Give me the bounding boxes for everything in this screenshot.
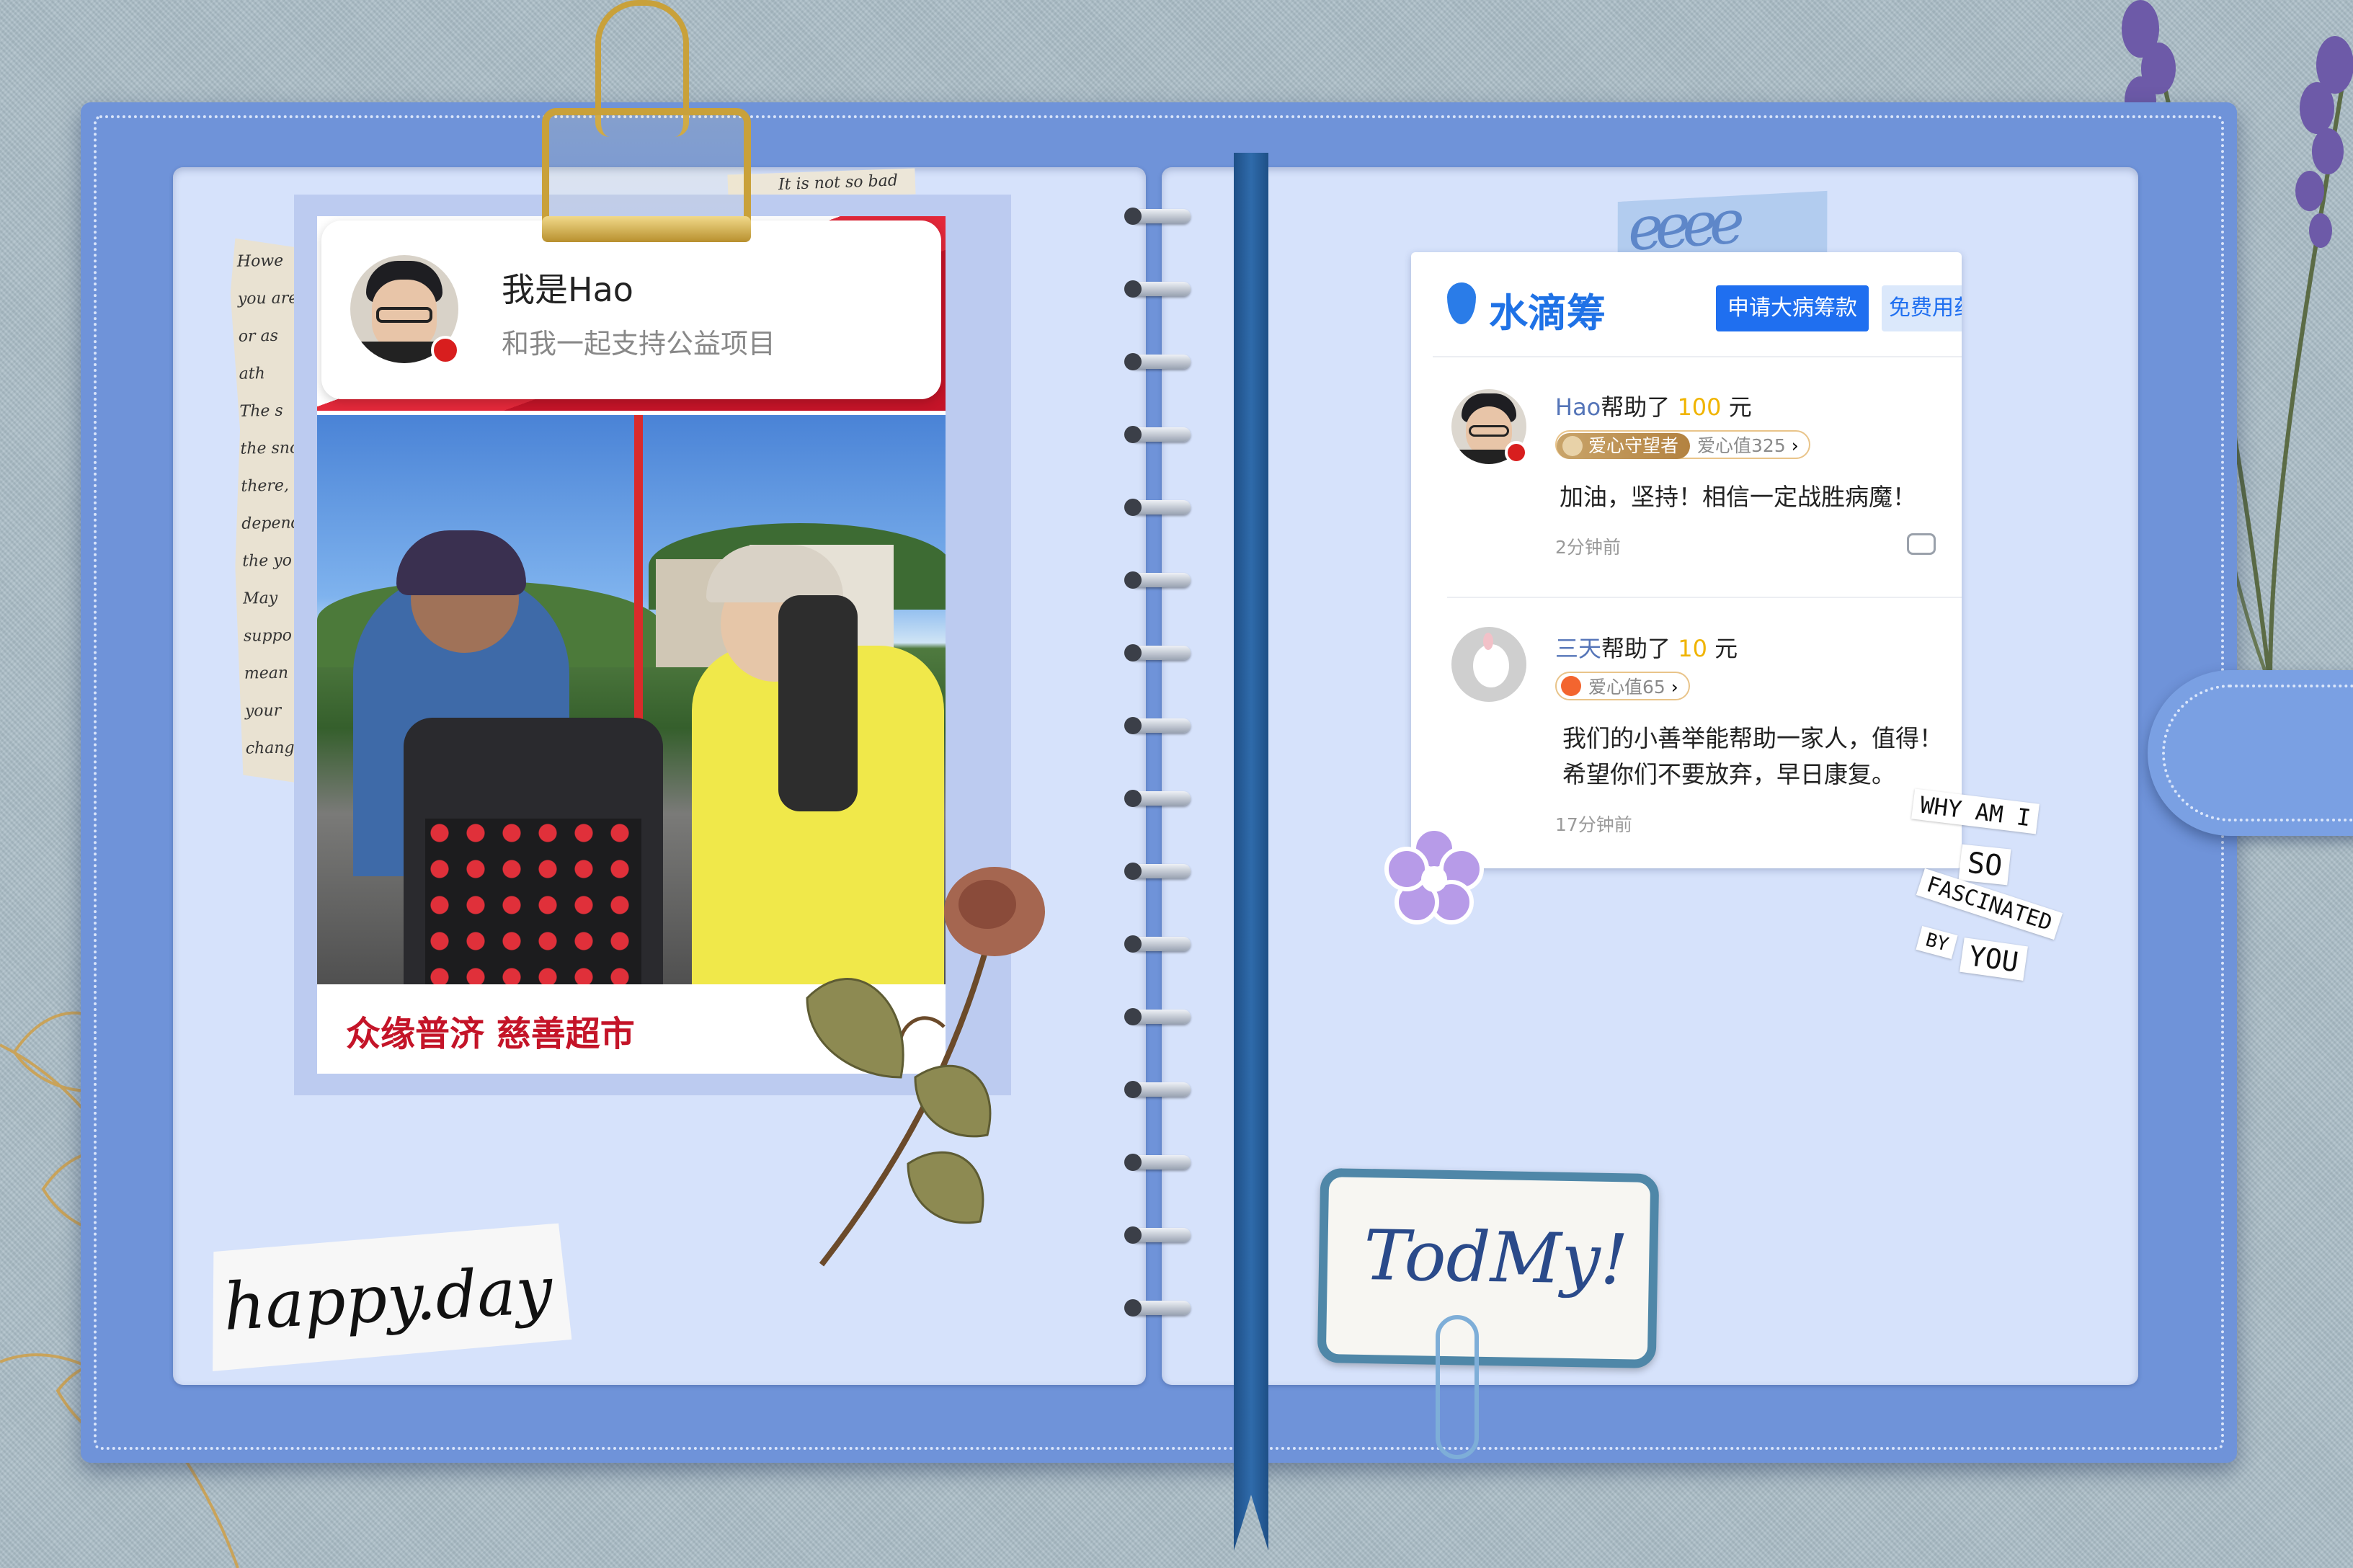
helped-label: 帮助了 <box>1601 393 1671 421</box>
spiral-binding <box>1124 208 1196 1333</box>
free-medicine-button[interactable]: 免费用药 <box>1882 285 1962 331</box>
torn-page-text-line: ath <box>239 365 266 383</box>
torn-page-text-line: Howe <box>236 251 284 271</box>
comment-header: 三天帮助了 10 元 <box>1555 631 1738 664</box>
today-tag-sticker: TodMy! <box>1317 1167 1660 1369</box>
comment-text: 我们的小善举能帮助一家人，值得！希望你们不要放弃，早日康复。 <box>1562 724 1943 788</box>
app-logo: 水滴筹 <box>1489 290 1606 336</box>
profile-subtitle: 和我一起支持公益项目 <box>502 328 776 360</box>
binding-ring <box>1124 863 1191 880</box>
binding-ring <box>1124 426 1191 443</box>
binding-ring <box>1124 499 1191 516</box>
quote-sticker: WHY AM I SO FASCINATED BY YOU <box>1903 788 2090 981</box>
quote-line: WHY AM I <box>1911 788 2040 834</box>
donation-amount: 10 <box>1678 635 1707 662</box>
torn-top-text: It is not so bad <box>778 172 899 195</box>
today-text: TodMy! <box>1363 1214 1629 1301</box>
helped-label: 帮助了 <box>1601 635 1671 662</box>
binding-ring <box>1124 790 1191 807</box>
binding-ring <box>1124 717 1191 734</box>
notebook-strap <box>2148 670 2353 836</box>
card-caption: 众缘普济 慈善超市 <box>346 1014 635 1054</box>
ribbon-bookmark <box>1234 153 1268 1551</box>
torn-page-text-line: or as <box>238 326 279 346</box>
divider <box>1447 597 1962 598</box>
commenter-name[interactable]: 三天 <box>1555 635 1601 662</box>
binding-ring <box>1124 1226 1191 1244</box>
binding-ring <box>1124 1299 1191 1317</box>
torn-page-text-line: depend <box>241 514 301 533</box>
chevron-right-icon: › <box>1671 677 1678 698</box>
binding-ring <box>1124 935 1191 953</box>
torn-page-text-line: The s <box>239 401 283 421</box>
amount-unit: 元 <box>1714 635 1738 662</box>
torn-page-text-line: mean <box>244 664 289 683</box>
quote-line: SO <box>1958 844 2011 886</box>
profile-name: 我是Hao <box>502 270 633 309</box>
torn-page-text-line: chang <box>245 739 295 758</box>
guardian-badge-icon <box>1562 436 1583 456</box>
binder-clip-base <box>542 216 751 242</box>
china-flag-icon <box>431 336 460 365</box>
water-drop-logo-icon <box>1447 282 1476 324</box>
binding-ring <box>1124 644 1191 662</box>
dried-rose-decoration <box>806 867 1045 1267</box>
commenter-name[interactable]: Hao <box>1555 393 1601 421</box>
binding-ring <box>1124 1081 1191 1098</box>
apply-fundraising-button[interactable]: 申请大病筹款 <box>1716 285 1869 331</box>
binding-ring <box>1124 571 1191 589</box>
profile-box: 我是Hao 和我一起支持公益项目 <box>321 220 941 399</box>
torn-page-text-line: your <box>244 701 282 721</box>
paperclip <box>1436 1315 1479 1459</box>
binding-ring <box>1124 208 1191 225</box>
comment-icon[interactable] <box>1907 533 1936 555</box>
torn-page-text-line: May <box>242 589 278 608</box>
purple-flower-sticker <box>1384 827 1484 925</box>
love-badge[interactable]: 爱心值65 › <box>1555 672 1690 700</box>
love-value: 爱心值325 <box>1697 435 1786 456</box>
comment-header: Hao帮助了 100 元 <box>1555 389 1752 422</box>
binding-ring <box>1124 1154 1191 1171</box>
donation-comments-screen: 水滴筹 申请大病筹款 免费用药 Hao帮助了 100 元 爱心守望者爱心值325… <box>1411 252 1962 868</box>
love-value: 爱心值65 <box>1588 677 1665 698</box>
torn-page-text-line: suppo <box>243 626 293 646</box>
quote-line: YOU <box>1960 937 2028 981</box>
quote-line: BY <box>1916 925 1958 960</box>
commenter-avatar[interactable] <box>1451 627 1526 702</box>
amount-unit: 元 <box>1728 393 1752 421</box>
torn-page-text-line: the yo <box>241 551 293 571</box>
heart-icon <box>1561 676 1581 696</box>
binding-ring <box>1124 280 1191 298</box>
comment-time: 17分钟前 <box>1555 814 1632 835</box>
china-flag-icon <box>1505 441 1528 464</box>
happy-day-text: happy.day <box>221 1252 555 1345</box>
binding-ring <box>1124 1008 1191 1025</box>
comment-time: 2分钟前 <box>1555 537 1621 558</box>
comment-text: 加油，坚持！相信一定战胜病魔！ <box>1560 483 1916 511</box>
chevron-right-icon: › <box>1791 435 1799 456</box>
badge-title: 爱心守望者 <box>1588 435 1679 456</box>
love-badge[interactable]: 爱心守望者 爱心值325 › <box>1555 430 1810 459</box>
divider <box>1433 356 1962 357</box>
torn-page-text-line: you are <box>237 289 298 308</box>
donation-amount: 100 <box>1677 393 1722 421</box>
binding-ring <box>1124 353 1191 370</box>
